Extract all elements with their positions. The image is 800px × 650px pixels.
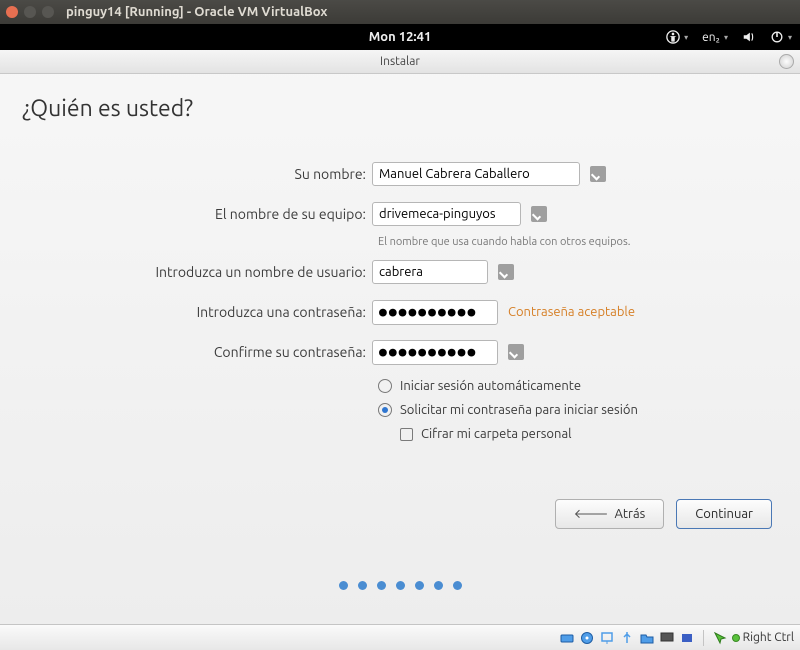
display-icon[interactable] [659,630,675,646]
hostname-input[interactable] [372,202,521,226]
window-title: pinguy14 [Running] - Oracle VM VirtualBo… [66,5,327,19]
installer-titlebar: Instalar [0,50,800,74]
option-auto-login[interactable]: Iniciar sesión automáticamente [378,379,778,393]
back-button-label: Atrás [614,507,645,521]
option-encrypt-home-label: Cifrar mi carpeta personal [421,427,572,441]
window-maximize-button[interactable] [42,6,54,18]
window-close-button[interactable] [6,6,18,18]
continue-button-label: Continuar [695,507,753,521]
keyboard-layout-label: en₂ [702,31,720,44]
host-key-label: Right Ctrl [743,631,794,644]
installer-window: Instalar ¿Quién es usted? Su nombre: El … [0,50,800,624]
arrow-left-icon: 🡐 [574,507,609,521]
keyboard-layout-indicator[interactable]: en₂ ▾ [702,31,728,44]
checkbox-icon [400,428,413,441]
option-encrypt-home[interactable]: Cifrar mi carpeta personal [400,427,778,441]
volume-indicator[interactable] [742,30,756,44]
confirm-password-input[interactable] [372,340,498,365]
check-icon [590,166,606,182]
name-input[interactable] [372,162,580,186]
clock[interactable]: Mon 12:41 [369,30,432,44]
back-button[interactable]: 🡐 Atrás [555,499,665,529]
label-username: Introduzca un nombre de usuario: [92,264,372,280]
check-icon [508,344,524,360]
virtualbox-status-bar: Right Ctrl [0,624,800,650]
label-your-name: Su nombre: [92,166,372,182]
window-minimize-button[interactable] [24,6,36,18]
label-computer-name: El nombre de su equipo: [92,206,372,222]
label-confirm-password: Confirme su contraseña: [92,344,372,360]
page-title: ¿Quién es usted? [22,96,778,121]
hostname-hint: El nombre que usa cuando habla con otros… [378,236,630,248]
check-icon [531,206,547,222]
accessibility-menu[interactable]: ▾ [666,30,688,44]
usb-icon[interactable] [619,630,635,646]
gnome-top-bar: Mon 12:41 ▾ en₂ ▾ ▾ [0,24,800,50]
radio-icon [378,379,392,393]
option-auto-login-label: Iniciar sesión automáticamente [400,379,581,393]
shared-folders-icon[interactable] [639,630,655,646]
power-menu[interactable]: ▾ [770,30,792,44]
progress-dots [0,576,800,594]
username-input[interactable] [372,260,488,284]
password-input[interactable] [372,300,498,325]
password-strength-label: Contraseña aceptable [508,305,635,319]
video-capture-icon[interactable] [679,630,695,646]
installer-close-button[interactable] [779,54,794,69]
host-titlebar: pinguy14 [Running] - Oracle VM VirtualBo… [0,0,800,24]
hard-disk-icon[interactable] [559,630,575,646]
installer-title: Instalar [380,55,420,68]
mouse-integration-icon[interactable] [712,630,728,646]
check-icon [498,264,514,280]
network-icon[interactable] [599,630,615,646]
label-password: Introduzca una contraseña: [92,304,372,320]
option-require-password[interactable]: Solicitar mi contraseña para iniciar ses… [378,403,778,417]
option-require-password-label: Solicitar mi contraseña para iniciar ses… [400,403,638,417]
host-key-indicator[interactable]: Right Ctrl [732,631,794,644]
continue-button[interactable]: Continuar [676,499,772,529]
radio-icon [378,403,392,417]
optical-disk-icon[interactable] [579,630,595,646]
